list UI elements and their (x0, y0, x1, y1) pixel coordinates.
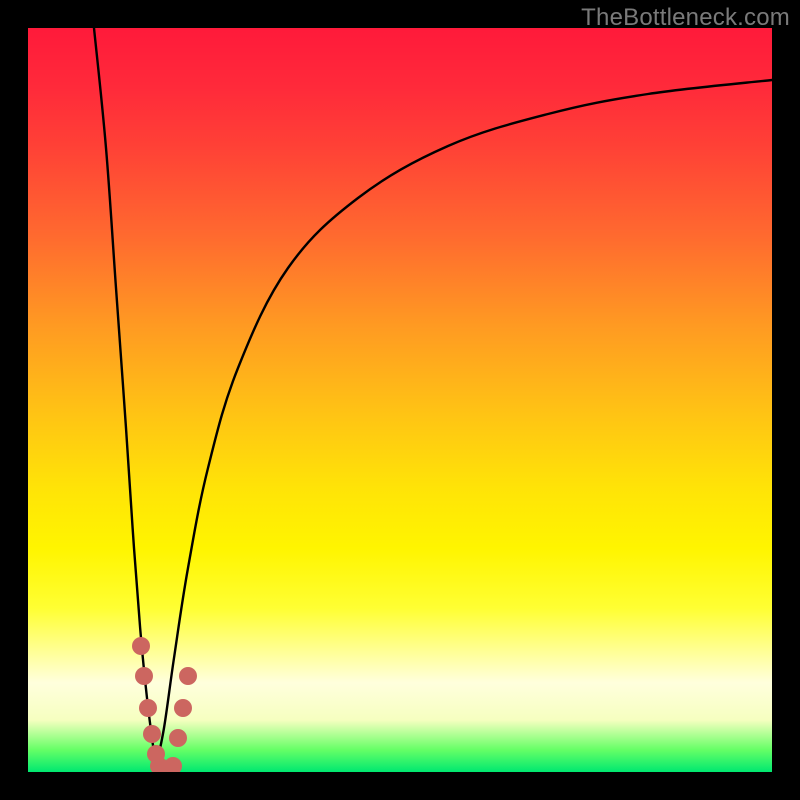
chart-frame: TheBottleneck.com (0, 0, 800, 800)
highlight-dot (164, 757, 182, 772)
highlight-dot (179, 667, 197, 685)
highlight-dots-left (132, 637, 168, 772)
watermark-text: TheBottleneck.com (581, 4, 790, 32)
highlight-dot (174, 699, 192, 717)
plot-area (28, 28, 772, 772)
highlight-dot (135, 667, 153, 685)
highlight-dot (139, 699, 157, 717)
curve-left-descent (94, 28, 156, 766)
highlight-dots-right (164, 667, 197, 772)
highlight-dot (143, 725, 161, 743)
curve-layer (28, 28, 772, 772)
highlight-dot (169, 729, 187, 747)
highlight-dot (132, 637, 150, 655)
curve-right-ascent (156, 80, 772, 766)
